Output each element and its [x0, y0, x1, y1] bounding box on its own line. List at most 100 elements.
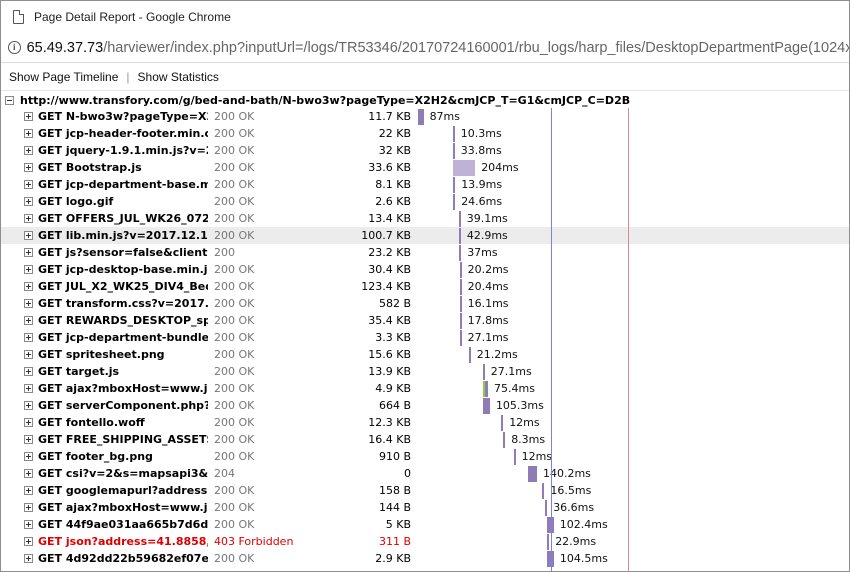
- expand-icon[interactable]: [24, 503, 33, 512]
- expand-icon[interactable]: [24, 520, 33, 529]
- request-row[interactable]: GET FREE_SHIPPING_ASSETS_ 200 OK 16.4 KB 8.…: [1, 431, 849, 448]
- request-row[interactable]: GET spritesheet.png 200 OK 15.6 KB 21.2ms: [1, 346, 849, 363]
- request-name: GET jquery-1.9.1.min.js?v=201: [38, 144, 208, 157]
- expand-icon[interactable]: [24, 129, 33, 138]
- request-time: 104.5ms: [559, 552, 608, 565]
- expand-icon[interactable]: [24, 367, 33, 376]
- request-row[interactable]: GET jcp-department-bundle.m 200 OK 3.3 KB 2…: [1, 329, 849, 346]
- request-row[interactable]: GET ajax?mboxHost=www.jcp 200 OK 4.9 KB 75.…: [1, 380, 849, 397]
- request-size: 100.7 KB: [361, 229, 411, 242]
- request-name: GET Bootstrap.js: [38, 161, 142, 174]
- timing-segment: [452, 143, 455, 159]
- request-size: 35.4 KB: [368, 314, 411, 327]
- show-page-timeline-button[interactable]: Show Page Timeline: [9, 70, 118, 84]
- request-row[interactable]: GET OFFERS_JUL_WK26_0724 200 OK 13.4 KB 39.…: [1, 210, 849, 227]
- expand-icon[interactable]: [24, 282, 33, 291]
- request-time: 105.3ms: [495, 399, 544, 412]
- expand-icon[interactable]: [24, 401, 33, 410]
- request-row[interactable]: GET JUL_X2_WK25_DIV4_Bed 200 OK 123.4 KB 20…: [1, 278, 849, 295]
- expand-icon[interactable]: [24, 333, 33, 342]
- timing-segment: [459, 279, 462, 295]
- expand-icon[interactable]: [24, 197, 33, 206]
- timing-segment: [453, 194, 456, 210]
- expand-icon[interactable]: [24, 146, 33, 155]
- request-row[interactable]: GET 4d92dd22b59682ef07e23 200 OK 2.9 KB 104…: [1, 550, 849, 567]
- expand-icon[interactable]: [24, 350, 33, 359]
- request-size: 8.1 KB: [375, 178, 411, 191]
- expand-icon[interactable]: [24, 537, 33, 546]
- show-statistics-button[interactable]: Show Statistics: [138, 70, 219, 84]
- timing-segment: [453, 177, 456, 193]
- expand-icon[interactable]: [24, 231, 33, 240]
- request-name: GET N-bwo3w?pageType=X2H: [38, 110, 208, 123]
- expand-icon[interactable]: [24, 112, 33, 121]
- expand-icon[interactable]: [24, 435, 33, 444]
- request-time: 20.2ms: [467, 263, 509, 276]
- request-row[interactable]: GET json?address=41.8858,-8 403 Forbidden…: [1, 533, 849, 550]
- expand-icon[interactable]: [24, 316, 33, 325]
- request-row[interactable]: GET Bootstrap.js 200 OK 33.6 KB 204ms: [1, 159, 849, 176]
- request-row[interactable]: GET fontello.woff 200 OK 12.3 KB 12ms: [1, 414, 849, 431]
- expand-icon[interactable]: [24, 248, 33, 257]
- expand-icon[interactable]: [24, 418, 33, 427]
- request-time: 37ms: [467, 246, 498, 259]
- expand-icon[interactable]: [24, 384, 33, 393]
- request-row[interactable]: GET REWARDS_DESKTOP_spe 200 OK 35.4 KB 17.8…: [1, 312, 849, 329]
- expand-icon[interactable]: [24, 265, 33, 274]
- request-name: GET jcp-desktop-base.min.js?v: [38, 263, 208, 276]
- request-row[interactable]: GET transform.css?v=2017.12 200 OK 582 B 16…: [1, 295, 849, 312]
- request-row[interactable]: GET logo.gif 200 OK 2.6 KB 24.6ms: [1, 193, 849, 210]
- request-row[interactable]: GET jquery-1.9.1.min.js?v=201200 OK32 KB…: [1, 142, 849, 159]
- request-row[interactable]: GET lib.min.js?v=2017.12.1.0. 200 OK 100.7…: [1, 227, 849, 244]
- request-row[interactable]: GET serverComponent.php?r= 200 OK 664 B 105…: [1, 397, 849, 414]
- request-size: 2.9 KB: [375, 552, 411, 565]
- request-name: GET fontello.woff: [38, 416, 145, 429]
- request-row[interactable]: GET jcp-desktop-base.min.js?v200 OK30.4 …: [1, 261, 849, 278]
- request-time: 13.9ms: [461, 178, 503, 191]
- page-header[interactable]: http://www.transfory.com/g/bed-and-bath/…: [1, 92, 849, 108]
- request-row[interactable]: GET jcp-header-footer.min.css 200 OK 22 KB…: [1, 125, 849, 142]
- expand-icon[interactable]: [24, 469, 33, 478]
- request-size: 32 KB: [378, 144, 411, 157]
- page-icon: [13, 10, 24, 24]
- info-icon[interactable]: i: [8, 41, 21, 54]
- request-time: 39.1ms: [466, 212, 508, 225]
- expand-icon[interactable]: [24, 486, 33, 495]
- url-text[interactable]: 65.49.37.73/harviewer/index.php?inputUrl…: [27, 40, 849, 56]
- expand-icon[interactable]: [24, 180, 33, 189]
- timing-segment: [468, 347, 471, 363]
- request-row[interactable]: GET googlemapurl?address=4 200 OK 158 B 16.…: [1, 482, 849, 499]
- address-bar[interactable]: i 65.49.37.73/harviewer/index.php?inputU…: [1, 33, 849, 63]
- collapse-icon[interactable]: [5, 95, 14, 105]
- request-list: GET N-bwo3w?pageType=X2H 200 OK 11.7 KB 87m…: [1, 108, 849, 567]
- request-row[interactable]: GET footer_bg.png 200 OK 910 B 12ms: [1, 448, 849, 465]
- request-name: GET csi?v=2&s=mapsapi3&v3v: [38, 467, 208, 480]
- request-row[interactable]: GET jcp-department-base.min.200 OK8.1 KB…: [1, 176, 849, 193]
- request-row[interactable]: GET csi?v=2&s=mapsapi3&v3v2040140.2ms: [1, 465, 849, 482]
- expand-icon[interactable]: [24, 299, 33, 308]
- timing-segment: [458, 211, 461, 227]
- request-row[interactable]: GET target.js 200 OK 13.9 KB 27.1ms: [1, 363, 849, 380]
- request-time: 27.1ms: [490, 365, 532, 378]
- request-name: GET footer_bg.png: [38, 450, 153, 463]
- expand-icon[interactable]: [24, 452, 33, 461]
- request-time: 36.6ms: [553, 501, 595, 514]
- request-name: GET json?address=41.8858,-8: [38, 535, 208, 548]
- request-name: GET 4d92dd22b59682ef07e23: [38, 552, 208, 565]
- timing-segment: [458, 228, 461, 244]
- request-time: 102.4ms: [559, 518, 608, 531]
- request-size: 664 B: [378, 399, 411, 412]
- request-row[interactable]: GET ajax?mboxHost=www.jcp 200 OK 144 B 36.6…: [1, 499, 849, 516]
- expand-icon[interactable]: [24, 214, 33, 223]
- request-row[interactable]: GET N-bwo3w?pageType=X2H 200 OK 11.7 KB 87m…: [1, 108, 849, 125]
- expand-icon[interactable]: [24, 554, 33, 563]
- request-size: 4.9 KB: [375, 382, 411, 395]
- request-size: 910 B: [378, 450, 411, 463]
- request-time: 10.3ms: [460, 127, 502, 140]
- request-name: GET FREE_SHIPPING_ASSETS_: [38, 433, 208, 446]
- expand-icon[interactable]: [24, 163, 33, 172]
- timing-segment: [513, 449, 516, 465]
- request-row[interactable]: GET js?sensor=false&client=g 200 23.2 KB 37…: [1, 244, 849, 261]
- request-time: 27.1ms: [467, 331, 509, 344]
- request-row[interactable]: GET 44f9ae031aa665b7d6d0f0200 OK5 KB102.…: [1, 516, 849, 533]
